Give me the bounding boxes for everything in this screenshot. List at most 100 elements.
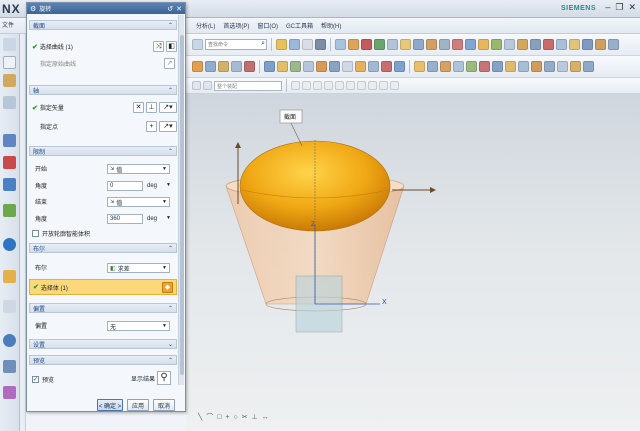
role-icon[interactable] (3, 386, 16, 399)
clock-icon[interactable] (3, 334, 16, 347)
vector-icon[interactable]: ⊥ (146, 102, 157, 113)
toolbar-icon[interactable] (231, 61, 242, 72)
toolbar-icon[interactable] (570, 61, 581, 72)
tool-icon[interactable] (3, 74, 16, 87)
toolbar-icon[interactable] (544, 61, 555, 72)
file-menu[interactable]: 文件 (2, 20, 14, 29)
close-icon[interactable]: ✕ (176, 5, 182, 13)
toolbar-icon[interactable] (290, 61, 301, 72)
line-icon[interactable]: ╲ (198, 413, 202, 421)
toolbar-icon[interactable] (264, 61, 275, 72)
graphics-window[interactable]: 截面 X Z (186, 94, 640, 431)
toolbar-icon[interactable] (355, 61, 366, 72)
preview-header[interactable]: 预览 ⌃ (29, 355, 177, 365)
toolbar-icon[interactable] (504, 39, 515, 50)
toolbar-icon[interactable] (491, 39, 502, 50)
origin-curve-icon[interactable]: ↗ (164, 58, 175, 69)
chevron-up-icon[interactable]: ⌃ (168, 148, 176, 155)
snap-icon[interactable] (368, 81, 377, 90)
toolbar-icon[interactable] (414, 61, 425, 72)
toolbar-icon[interactable] (316, 61, 327, 72)
toolbar-icon[interactable] (335, 39, 346, 50)
vector-options-dropdown[interactable]: ↗▾ (159, 102, 177, 113)
toolbar-icon[interactable] (452, 39, 463, 50)
menu-preferences[interactable]: 首选项(P) (223, 21, 249, 30)
toolbar-icon[interactable] (205, 61, 216, 72)
section-header[interactable]: 截面 ⌃ (29, 20, 177, 30)
boolean-select[interactable]: ◧ 求差 ▼ (107, 263, 170, 273)
toolbar-icon[interactable] (387, 39, 398, 50)
toolbar-icon[interactable] (505, 61, 516, 72)
toolbar-icon[interactable] (329, 61, 340, 72)
cancel-button[interactable]: 取消 (153, 399, 175, 411)
toolbar-icon[interactable] (582, 39, 593, 50)
dialog-titlebar[interactable]: ⚙ 旋转 ↺ ✕ (27, 3, 185, 14)
toolbar-icon[interactable] (244, 61, 255, 72)
assembly-navigator-icon[interactable] (3, 134, 16, 147)
snap-icon[interactable] (313, 81, 322, 90)
toolbar-icon[interactable] (466, 61, 477, 72)
toolbar-icon[interactable] (426, 39, 437, 50)
body-icon[interactable]: ◆ (162, 281, 173, 293)
specify-origin-curve-row[interactable]: 指定原始曲线 ↗ (29, 57, 177, 70)
toolbar-icon[interactable] (192, 61, 203, 72)
chevron-up-icon[interactable]: ⌃ (168, 305, 176, 312)
toolbar-icon[interactable] (218, 61, 229, 72)
toolbar-icon[interactable] (302, 39, 313, 50)
chevron-down-icon[interactable]: ⌄ (168, 341, 176, 348)
trim-icon[interactable]: ✂ (242, 413, 248, 421)
select-body-row[interactable]: ✔ 选择体 (1) ◆ (29, 279, 177, 295)
menu-window[interactable]: 窗口(O) (257, 21, 278, 30)
toolbar-icon[interactable] (479, 61, 490, 72)
menu-help[interactable]: 帮助(H) (321, 21, 341, 30)
start-angle-input[interactable]: 0 (107, 181, 143, 191)
toolbar-icon[interactable] (427, 61, 438, 72)
toolbar-icon[interactable] (276, 39, 287, 50)
snap-icon[interactable] (291, 81, 300, 90)
snap-icon[interactable] (335, 81, 344, 90)
toolbar-icon[interactable] (517, 39, 528, 50)
specify-point-row[interactable]: 指定点 + ↗▾ (29, 120, 177, 133)
toolbar-icon[interactable] (530, 39, 541, 50)
menu-gc-toolbox[interactable]: GC工具箱 (286, 21, 313, 30)
toolbar-icon[interactable] (518, 61, 529, 72)
toolbar-icon[interactable] (192, 81, 201, 90)
toolbar-icon[interactable] (374, 39, 385, 50)
snap-icon[interactable] (302, 81, 311, 90)
apply-button[interactable]: 应用 (127, 399, 149, 411)
reset-icon[interactable]: ↺ (167, 5, 173, 13)
dimension-icon[interactable]: ↔ (262, 414, 269, 421)
chevron-up-icon[interactable]: ⌃ (168, 245, 176, 252)
menu-analysis[interactable]: 分析(L) (196, 21, 215, 30)
limits-header[interactable]: 限制 ⌃ (29, 146, 177, 156)
toolbar-icon[interactable] (203, 81, 212, 90)
chevron-up-icon[interactable]: ⌃ (168, 87, 176, 94)
axis-header[interactable]: 轴 ⌃ (29, 85, 177, 95)
circle-icon[interactable]: ○ (234, 414, 238, 421)
dialog-scrollbar[interactable] (178, 15, 184, 385)
toolbar-icon[interactable] (303, 61, 314, 72)
chevron-down-icon[interactable]: ▼ (166, 215, 171, 221)
start-type-select[interactable]: ⇲ 值 ▼ (107, 164, 170, 174)
snap-icon[interactable] (357, 81, 366, 90)
toolbar-icon[interactable] (595, 39, 606, 50)
new-file-icon[interactable] (3, 56, 16, 69)
selection-scope-dropdown[interactable]: 整个装配 (214, 80, 282, 91)
home-icon[interactable] (3, 38, 16, 51)
specify-vector-row[interactable]: ✔ 指定矢量 ✕ ⊥ ↗▾ (29, 101, 177, 114)
rect-icon[interactable]: □ (217, 414, 221, 421)
minimize-icon[interactable]: – (605, 2, 610, 13)
close-icon[interactable]: ✕ (628, 2, 636, 13)
toolbar-icon[interactable] (368, 61, 379, 72)
toolbar-icon[interactable] (342, 61, 353, 72)
chevron-down-icon[interactable]: ▼ (166, 182, 171, 188)
chevron-up-icon[interactable]: ⌃ (168, 22, 176, 29)
toolbar-icon[interactable] (569, 39, 580, 50)
toolbar-icon[interactable] (492, 61, 503, 72)
constraint-icon[interactable]: ⊥ (252, 413, 258, 421)
toolbar-icon[interactable] (381, 61, 392, 72)
toolbar-icon[interactable] (277, 61, 288, 72)
open-profile-row[interactable]: 开放轮廓智能体积 (29, 227, 177, 240)
constraint-navigator-icon[interactable] (3, 156, 16, 169)
boolean-header[interactable]: 布尔 ⌃ (29, 243, 177, 253)
